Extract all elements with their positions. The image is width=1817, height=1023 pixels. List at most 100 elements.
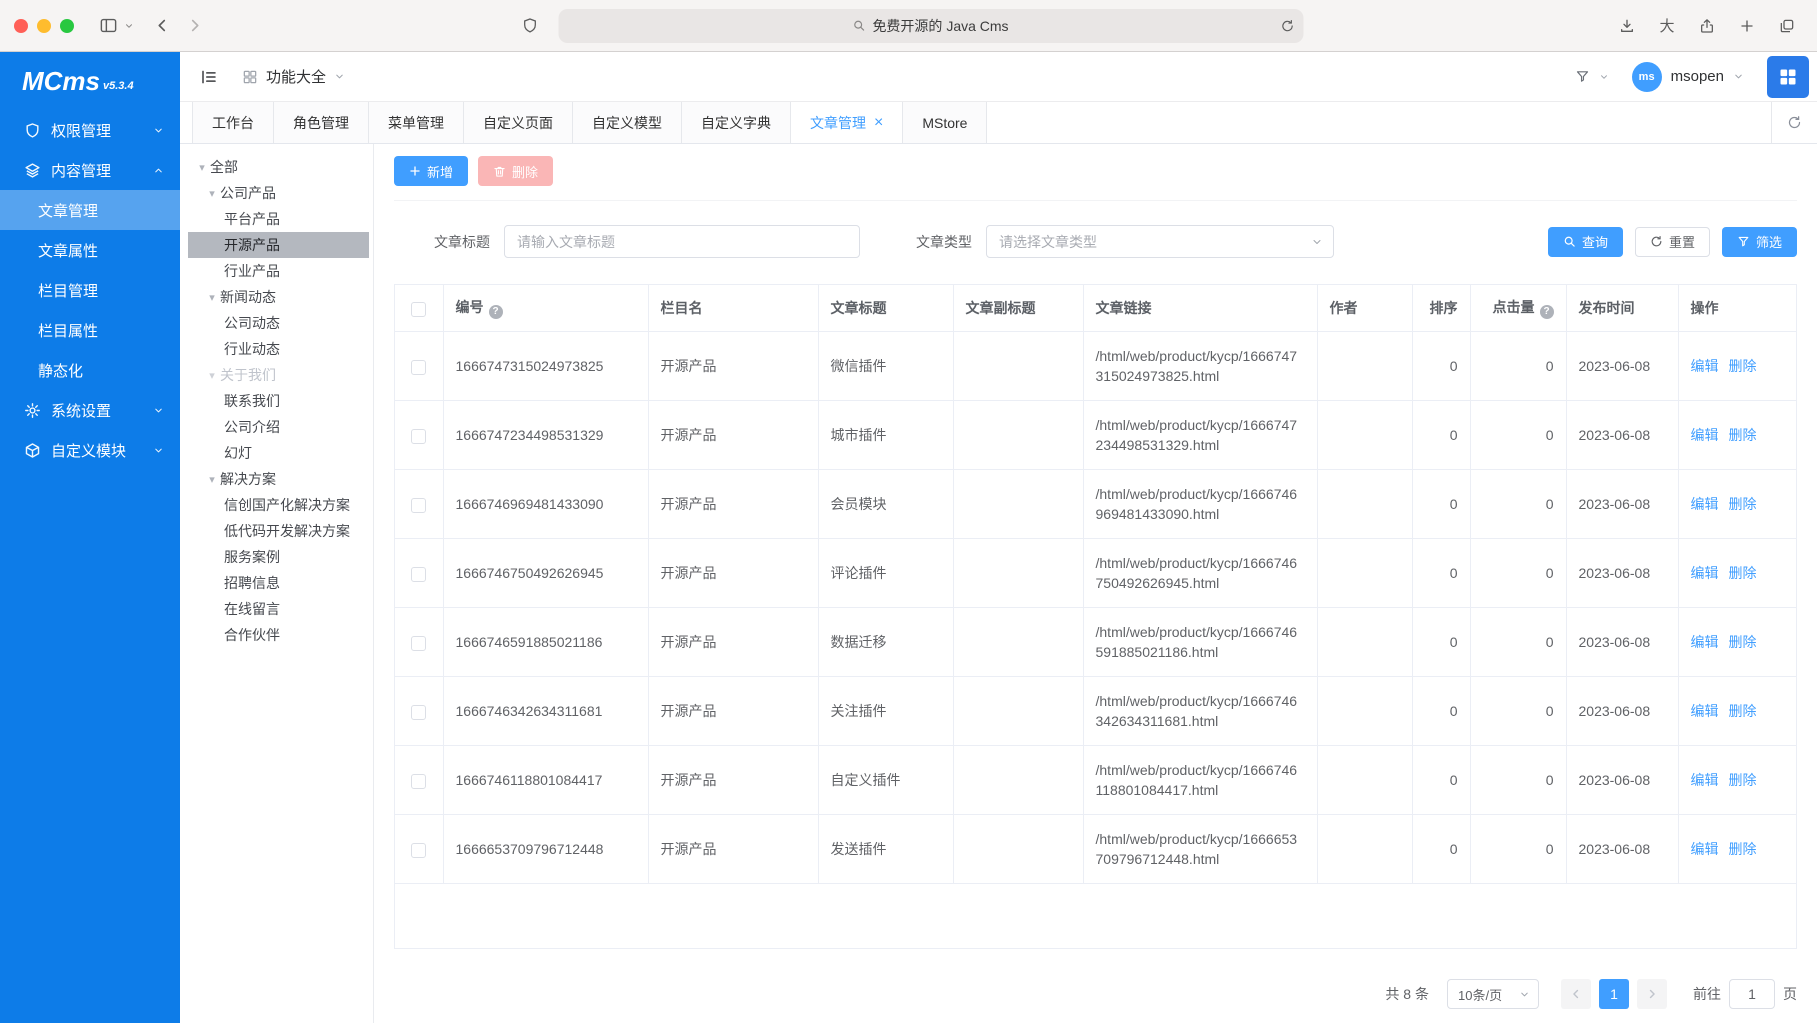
sidebar-subitem[interactable]: 文章属性 [0, 230, 180, 270]
row-checkbox[interactable] [411, 843, 426, 858]
forward-button[interactable] [178, 10, 210, 42]
tab-item[interactable]: 菜单管理 [369, 102, 464, 143]
reload-icon[interactable] [1280, 19, 1294, 33]
tree-node[interactable]: 服务案例 [188, 544, 369, 570]
tree-node[interactable]: ▾新闻动态 [188, 284, 369, 310]
row-checkbox[interactable] [411, 774, 426, 789]
tab-item[interactable]: MStore [903, 102, 987, 143]
sidebar-item[interactable]: 权限管理 [0, 110, 180, 150]
privacy-shield-icon[interactable] [514, 10, 546, 42]
text-size-icon[interactable]: 大 [1651, 10, 1683, 42]
caret-down-icon[interactable]: ▾ [204, 369, 220, 382]
tab-overview-icon[interactable] [1771, 10, 1803, 42]
caret-down-icon[interactable]: ▾ [204, 291, 220, 304]
edit-link[interactable]: 编辑 [1691, 703, 1719, 719]
add-button[interactable]: 新增 [394, 156, 468, 186]
delete-link[interactable]: 删除 [1729, 772, 1757, 788]
avatar[interactable]: ms [1632, 62, 1662, 92]
chevron-down-icon[interactable] [1733, 71, 1744, 82]
edit-link[interactable]: 编辑 [1691, 358, 1719, 374]
tab-item[interactable]: 文章管理× [791, 102, 903, 143]
tree-node[interactable]: ▾解决方案 [188, 466, 369, 492]
tree-node[interactable]: 在线留言 [188, 596, 369, 622]
tree-node[interactable]: 联系我们 [188, 388, 369, 414]
sidebar-subitem[interactable]: 静态化 [0, 350, 180, 390]
tree-node[interactable]: 行业动态 [188, 336, 369, 362]
caret-down-icon[interactable]: ▾ [194, 161, 210, 174]
theme-icon[interactable] [1575, 69, 1590, 84]
tab-item[interactable]: 角色管理 [274, 102, 369, 143]
current-page-button[interactable]: 1 [1599, 979, 1629, 1009]
row-checkbox[interactable] [411, 498, 426, 513]
tab-item[interactable]: 工作台 [192, 102, 274, 143]
tree-node[interactable]: 开源产品 [188, 232, 369, 258]
row-checkbox[interactable] [411, 567, 426, 582]
address-bar[interactable]: 免费开源的 Java Cms [558, 9, 1303, 43]
type-filter-select[interactable]: 请选择文章类型 [986, 225, 1334, 258]
tab-item[interactable]: 自定义模型 [573, 102, 682, 143]
tab-item[interactable]: 自定义页面 [464, 102, 573, 143]
reset-button[interactable]: 重置 [1635, 227, 1710, 257]
tree-node[interactable]: ▾全部 [188, 154, 369, 180]
delete-link[interactable]: 删除 [1729, 703, 1757, 719]
close-window-button[interactable] [14, 19, 28, 33]
row-checkbox[interactable] [411, 429, 426, 444]
minimize-window-button[interactable] [37, 19, 51, 33]
sidebar-item[interactable]: 系统设置 [0, 390, 180, 430]
delete-link[interactable]: 删除 [1729, 496, 1757, 512]
sidebar-item[interactable]: 自定义模块 [0, 430, 180, 470]
tree-node[interactable]: 招聘信息 [188, 570, 369, 596]
username[interactable]: msopen [1671, 68, 1724, 85]
refresh-tab-button[interactable] [1771, 102, 1817, 143]
select-all-checkbox[interactable] [411, 302, 426, 317]
caret-down-icon[interactable]: ▾ [204, 473, 220, 486]
edit-link[interactable]: 编辑 [1691, 841, 1719, 857]
share-icon[interactable] [1691, 10, 1723, 42]
chevron-down-icon[interactable] [124, 21, 134, 31]
chevron-down-icon[interactable] [1599, 72, 1609, 82]
sidebar-subitem[interactable]: 文章管理 [0, 190, 180, 230]
sidebar-item[interactable]: 内容管理 [0, 150, 180, 190]
new-tab-icon[interactable] [1731, 10, 1763, 42]
help-icon[interactable]: ? [489, 305, 503, 319]
filter-button[interactable]: 筛选 [1722, 227, 1797, 257]
edit-link[interactable]: 编辑 [1691, 565, 1719, 581]
row-checkbox[interactable] [411, 705, 426, 720]
delete-link[interactable]: 删除 [1729, 427, 1757, 443]
zoom-window-button[interactable] [60, 19, 74, 33]
tree-node[interactable]: 信创国产化解决方案 [188, 492, 369, 518]
edit-link[interactable]: 编辑 [1691, 427, 1719, 443]
delete-link[interactable]: 删除 [1729, 565, 1757, 581]
tab-item[interactable]: 自定义字典 [682, 102, 791, 143]
feature-nav[interactable]: 功能大全 [234, 66, 353, 87]
title-filter-input[interactable] [504, 225, 860, 258]
sidebar-subitem[interactable]: 栏目管理 [0, 270, 180, 310]
tree-node[interactable]: 公司动态 [188, 310, 369, 336]
downloads-icon[interactable] [1611, 10, 1643, 42]
tree-node[interactable]: ▾关于我们 [188, 362, 369, 388]
tree-node[interactable]: 低代码开发解决方案 [188, 518, 369, 544]
tree-node[interactable]: 公司介绍 [188, 414, 369, 440]
row-checkbox[interactable] [411, 360, 426, 375]
edit-link[interactable]: 编辑 [1691, 496, 1719, 512]
apps-launcher-button[interactable] [1767, 56, 1809, 98]
tree-node[interactable]: ▾公司产品 [188, 180, 369, 206]
search-button[interactable]: 查询 [1548, 227, 1623, 257]
back-button[interactable] [146, 10, 178, 42]
help-icon[interactable]: ? [1540, 305, 1554, 319]
delete-link[interactable]: 删除 [1729, 358, 1757, 374]
edit-link[interactable]: 编辑 [1691, 772, 1719, 788]
delete-button[interactable]: 删除 [478, 156, 553, 186]
tab-close-icon[interactable]: × [874, 115, 883, 131]
tree-node[interactable]: 行业产品 [188, 258, 369, 284]
menu-fold-icon[interactable] [200, 68, 218, 86]
sidebar-subitem[interactable]: 栏目属性 [0, 310, 180, 350]
row-checkbox[interactable] [411, 636, 426, 651]
edit-link[interactable]: 编辑 [1691, 634, 1719, 650]
delete-link[interactable]: 删除 [1729, 634, 1757, 650]
next-page-button[interactable] [1637, 979, 1667, 1009]
tree-node[interactable]: 平台产品 [188, 206, 369, 232]
delete-link[interactable]: 删除 [1729, 841, 1757, 857]
tree-node[interactable]: 合作伙伴 [188, 622, 369, 648]
tree-node[interactable]: 幻灯 [188, 440, 369, 466]
